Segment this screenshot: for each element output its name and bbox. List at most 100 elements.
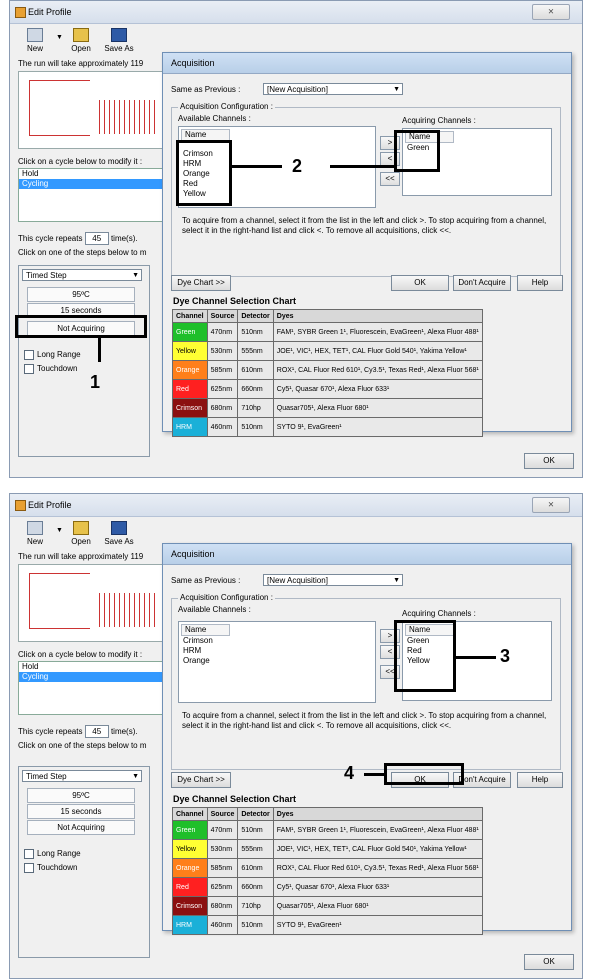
hold-segment: [29, 80, 90, 136]
touchdown-checkbox[interactable]: Touchdown: [24, 863, 77, 873]
dye-cell-dyes: JOE¹, VIC¹, HEX, TET¹, CAL Fluor Gold 54…: [272, 341, 483, 361]
cycle-item-hold[interactable]: Hold: [19, 169, 164, 179]
dialog-ok-button[interactable]: OK: [391, 275, 449, 291]
cycle-list[interactable]: Hold Cycling: [18, 168, 165, 222]
dye-cell-detector: 610nm: [237, 360, 274, 380]
new-label: New: [26, 44, 43, 53]
dye-cell-dyes: ROX¹, CAL Fluor Red 610¹, Cy3.5¹, Texas …: [272, 360, 483, 380]
step-temperature[interactable]: 95ºC: [27, 788, 135, 803]
new-dropdown-icon[interactable]: ▼: [56, 34, 63, 41]
remove-all-button[interactable]: <<: [380, 172, 400, 186]
help-button[interactable]: Help: [517, 772, 563, 788]
annotation-line-2b: [330, 165, 394, 168]
dye-cell-detector: 710hp: [237, 398, 274, 418]
cycling-segment: [99, 593, 159, 627]
same-as-previous-select[interactable]: [New Acquisition] ▼: [263, 83, 403, 95]
dye-table-row: Green 470nm 510nm FAM¹, SYBR Green 1¹, Fluo…: [172, 820, 483, 840]
dye-cell-channel: Green: [172, 820, 208, 840]
step-type-value: Timed Step: [26, 271, 67, 280]
repeat-count-input[interactable]: 45: [84, 232, 109, 245]
title-bar: Edit Profile ⨯: [10, 494, 582, 517]
long-range-checkbox[interactable]: Long Range: [24, 350, 81, 360]
annotation-number-2: 2: [292, 156, 303, 176]
save-as-button[interactable]: Save As: [102, 26, 136, 53]
dye-table-row: HRM 460nm 510nm SYTO 9¹, EvaGreen¹: [172, 417, 483, 437]
step-panel: Timed Step ▼ 95ºC 15 seconds Not Acquirin…: [18, 265, 150, 457]
repeat-row: This cycle repeats 45 time(s).: [18, 232, 138, 245]
annotation-line-1: [98, 338, 101, 362]
dye-cell-dyes: Cy5¹, Quasar 670¹, Alexa Fluor 633¹: [272, 877, 483, 897]
folder-icon: [73, 521, 89, 535]
profile-graph[interactable]: [18, 564, 165, 642]
step-type-select[interactable]: Timed Step ▼: [22, 269, 142, 281]
annotation-box-ok: [384, 763, 464, 785]
dye-cell-channel: Green: [172, 322, 208, 342]
step-temperature[interactable]: 95ºC: [27, 287, 135, 302]
cycle-prompt: Click on a cycle below to modify it :: [18, 157, 143, 166]
dye-table-row: HRM 460nm 510nm SYTO 9¹, EvaGreen¹: [172, 915, 483, 935]
acquisition-instructions: To acquire from a channel, select it fro…: [182, 216, 547, 235]
channel-item-hrm[interactable]: HRM: [183, 646, 201, 656]
chevron-down-icon: ▼: [132, 272, 139, 279]
dye-cell-source: 470nm: [206, 820, 239, 840]
dye-chart-button[interactable]: Dye Chart >>: [171, 772, 231, 788]
acquisition-dialog: Acquisition Same as Previous : [New Acqu…: [162, 52, 572, 437]
name-column-header[interactable]: Name: [181, 624, 230, 636]
open-button[interactable]: Open: [64, 26, 98, 53]
same-as-previous-select[interactable]: [New Acquisition] ▼: [263, 574, 403, 586]
save-as-button[interactable]: Save As: [102, 519, 136, 546]
run-duration-hint: The run will take approximately 119: [18, 552, 144, 561]
step-duration[interactable]: 15 seconds: [27, 804, 135, 819]
long-range-checkbox[interactable]: Long Range: [24, 849, 81, 859]
dye-cell-dyes: FAM¹, SYBR Green 1¹, Fluorescein, EvaGre…: [272, 820, 483, 840]
dye-cell-channel: Crimson: [172, 896, 208, 916]
cycle-list[interactable]: Hold Cycling: [18, 661, 165, 715]
available-channels-list[interactable]: Name Crimson HRM Orange: [178, 621, 376, 703]
dont-acquire-button[interactable]: Don't Acquire: [453, 275, 511, 291]
app-icon: [15, 500, 26, 511]
ok-button[interactable]: OK: [524, 954, 574, 970]
checkbox-box: [24, 849, 34, 859]
dye-cell-channel: Red: [172, 379, 208, 399]
dye-cell-source: 460nm: [206, 417, 239, 437]
dye-table-row: Red 625nm 660nm Cy5¹, Quasar 670¹, Alexa Fl…: [172, 379, 483, 399]
dye-cell-dyes: Quasar705¹, Alexa Fluor 680¹: [272, 896, 483, 916]
close-button[interactable]: ⨯: [532, 497, 570, 513]
new-button[interactable]: New: [18, 519, 52, 546]
dye-table-header: Dyes: [272, 309, 483, 323]
step-panel: Timed Step ▼ 95ºC 15 seconds Not Acquirin…: [18, 766, 150, 958]
cycle-item-cycling[interactable]: Cycling: [19, 179, 164, 189]
dye-cell-dyes: SYTO 9¹, EvaGreen¹: [272, 417, 483, 437]
annotation-number-1: 1: [90, 372, 101, 392]
cycle-item-cycling[interactable]: Cycling: [19, 672, 164, 682]
cycle-item-hold[interactable]: Hold: [19, 662, 164, 672]
repeat-count-input[interactable]: 45: [84, 725, 109, 738]
dye-table-header-row: Channel Source Detector Dyes: [172, 807, 483, 821]
ok-button[interactable]: OK: [524, 453, 574, 469]
new-dropdown-icon[interactable]: ▼: [56, 527, 63, 534]
open-button[interactable]: Open: [64, 519, 98, 546]
annotation-line-2: [232, 165, 282, 168]
dye-cell-channel: HRM: [172, 915, 208, 935]
app-icon: [15, 7, 26, 18]
repeat-suffix: time(s).: [110, 727, 138, 736]
acquisition-dialog: Acquisition Same as Previous : [New Acqu…: [162, 543, 572, 935]
channel-item-orange[interactable]: Orange: [183, 656, 210, 666]
step-acquiring[interactable]: Not Acquiring: [27, 820, 135, 835]
new-button[interactable]: New: [18, 26, 52, 53]
disk-icon: [111, 521, 127, 535]
close-button[interactable]: ⨯: [532, 4, 570, 20]
dye-cell-source: 625nm: [206, 877, 239, 897]
checkbox-box: [24, 863, 34, 873]
touchdown-checkbox[interactable]: Touchdown: [24, 364, 77, 374]
repeat-prefix: This cycle repeats: [18, 727, 83, 736]
channel-item-crimson[interactable]: Crimson: [183, 636, 213, 646]
step-type-select[interactable]: Timed Step ▼: [22, 770, 142, 782]
dye-chart-title: Dye Channel Selection Chart: [173, 794, 297, 804]
dye-chart-button[interactable]: Dye Chart >>: [171, 275, 231, 291]
dye-cell-detector: 555nm: [237, 839, 274, 859]
help-button[interactable]: Help: [517, 275, 563, 291]
save-as-label: Save As: [104, 537, 134, 546]
profile-graph[interactable]: [18, 71, 165, 149]
cycling-segment: [99, 100, 159, 134]
